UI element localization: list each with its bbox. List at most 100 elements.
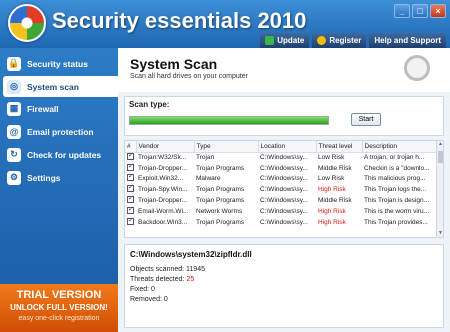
scroll-thumb[interactable] xyxy=(438,151,443,163)
cell-checkbox xyxy=(125,195,136,206)
logo-icon xyxy=(8,4,46,42)
maximize-button[interactable]: □ xyxy=(412,4,428,18)
cell-vendor: Trojan-Dropper... xyxy=(138,197,187,205)
row-checkbox[interactable] xyxy=(127,195,134,204)
threats-table-panel: # Vendor Type Location Threat level Desc… xyxy=(124,140,444,238)
threats-table: # Vendor Type Location Threat level Desc… xyxy=(125,141,438,228)
page-subtitle: Scan all hard drives on your computer xyxy=(130,73,248,80)
key-icon xyxy=(317,36,327,45)
current-file-path: C:\Windows\system32\zipfldr.dll xyxy=(130,250,252,259)
sidebar-item-email-protection[interactable]: @ Email protection xyxy=(3,121,115,142)
table-row[interactable]: Backdoor.Win3... Trojan Programs C:\Window… xyxy=(125,217,437,228)
cell-type: Trojan Programs xyxy=(196,164,245,172)
page-title: System Scan xyxy=(130,56,218,72)
update-label: Update xyxy=(277,36,305,45)
cell-threat-level: Middle Risk xyxy=(318,197,352,205)
cell-location: C:\Windows\sy... xyxy=(260,164,308,172)
minimize-button[interactable]: _ xyxy=(394,4,410,18)
cell-vendor: Trojan-Dropper... xyxy=(138,164,187,172)
sidebar-item-label: Settings xyxy=(27,172,61,183)
cell-description: This malicious prog... xyxy=(364,175,426,183)
sidebar-item-system-scan[interactable]: ◎ System scan xyxy=(3,76,118,97)
cell-description: A trojan, or trojan h... xyxy=(364,154,425,162)
cell-threat-level: Low Risk xyxy=(318,175,345,183)
sidebar-item-label: Security status xyxy=(27,58,88,69)
sidebar-item-security-status[interactable]: 🔒 Security status xyxy=(3,53,115,74)
row-checkbox[interactable] xyxy=(127,184,134,193)
cell-vendor: Exploit.Win32... xyxy=(138,175,184,183)
close-button[interactable]: × xyxy=(430,4,446,18)
scroll-up-icon[interactable]: ▲ xyxy=(437,141,443,148)
cell-type: Trojan xyxy=(196,154,215,162)
row-checkbox[interactable] xyxy=(127,163,134,171)
cell-location: C:\Windows\sy... xyxy=(260,218,308,226)
table-row[interactable]: Trojan-Dropper... Trojan Programs C:\Windo… xyxy=(125,163,437,174)
objects-scanned: Objects scanned: 11945 xyxy=(130,266,205,273)
cell-type: Trojan Programs xyxy=(196,197,245,205)
row-checkbox[interactable] xyxy=(127,217,134,225)
help-button[interactable]: Help and Support xyxy=(369,33,446,48)
row-checkbox[interactable] xyxy=(127,152,134,161)
table-row[interactable]: Trojan:W32/Sk... Trojan C:\Windows\sy... Lo… xyxy=(125,152,437,163)
cell-location: C:\Windows\sy... xyxy=(260,175,308,183)
table-header: # Vendor Type Location Threat level Desc… xyxy=(125,141,438,153)
lock-icon: 🔒 xyxy=(7,56,21,71)
update-icon: ↻ xyxy=(7,147,21,162)
column-header[interactable]: Threat level xyxy=(316,141,363,153)
table-row[interactable]: Trojan-Spy.Win... Trojan Programs C:\Windo… xyxy=(125,184,437,195)
scroll-down-icon[interactable]: ▼ xyxy=(437,230,443,237)
objects-value: 11945 xyxy=(186,266,205,273)
cell-description: This Trojan provides... xyxy=(364,218,428,226)
cell-threat-level: Middle Risk xyxy=(318,164,352,172)
column-header[interactable]: Description xyxy=(362,141,438,153)
cell-threat-level: High Risk xyxy=(318,207,346,215)
row-checkbox[interactable] xyxy=(127,174,134,182)
objects-label: Objects scanned: xyxy=(130,266,187,273)
cell-threat-level: Low Risk xyxy=(318,154,345,162)
column-header[interactable]: Type xyxy=(194,141,259,153)
help-label: Help and Support xyxy=(374,36,441,45)
title-bar: Security essentials 2010 _ □ × Update Re… xyxy=(0,0,450,48)
table-row[interactable]: Trojan-Dropper... Trojan Programs C:\Windo… xyxy=(125,195,437,206)
progress-fill xyxy=(130,117,328,124)
scan-icon xyxy=(404,55,430,81)
gear-icon: ⚙ xyxy=(7,170,21,185)
update-icon xyxy=(265,36,275,45)
table-scrollbar[interactable]: ▲ ▼ xyxy=(436,141,443,237)
top-nav: Update Register Help and Support xyxy=(260,33,446,48)
row-checkbox[interactable] xyxy=(127,206,134,214)
scan-type-panel: Scan type: Start xyxy=(124,96,444,136)
cell-type: Trojan Programs xyxy=(196,218,245,226)
column-header[interactable]: Vendor xyxy=(136,141,195,153)
column-header[interactable]: Location xyxy=(258,141,317,153)
sidebar-item-settings[interactable]: ⚙ Settings xyxy=(3,167,115,188)
window-controls: _ □ × xyxy=(394,4,446,18)
start-button[interactable]: Start xyxy=(351,113,381,126)
cell-location: C:\Windows\sy... xyxy=(260,154,308,162)
table-row[interactable]: Exploit.Win32... Malware C:\Windows\sy... L… xyxy=(125,174,437,185)
cell-type: Malware xyxy=(196,175,221,183)
app-title: Security essentials 2010 xyxy=(52,8,307,33)
trial-banner[interactable]: TRIAL VERSION UNLOCK FULL VERSION! easy … xyxy=(0,284,118,332)
cell-vendor: Email-Worm.Wi... xyxy=(138,207,189,215)
register-button[interactable]: Register xyxy=(312,33,367,48)
page-header: System Scan Scan all hard drives on your… xyxy=(118,48,450,92)
sidebar-item-check-updates[interactable]: ↻ Check for updates xyxy=(3,144,115,165)
cell-threat-level: High Risk xyxy=(318,186,346,194)
sidebar-item-label: System scan xyxy=(27,81,79,92)
update-button[interactable]: Update xyxy=(260,33,310,48)
main-panel: System Scan Scan all hard drives on your… xyxy=(118,48,450,332)
register-label: Register xyxy=(329,36,362,45)
table-row[interactable]: Email-Worm.Wi... Network Worms C:\Windows\… xyxy=(125,206,437,217)
cell-type: Trojan Programs xyxy=(196,186,245,194)
cell-checkbox xyxy=(125,217,136,228)
cell-description: This is the worm viru... xyxy=(364,207,430,215)
unlock-link[interactable]: UNLOCK FULL VERSION! xyxy=(0,303,118,312)
cell-threat-level: High Risk xyxy=(318,218,346,226)
column-header[interactable]: # xyxy=(125,141,137,153)
sidebar-item-label: Firewall xyxy=(27,103,59,114)
sidebar-item-firewall[interactable]: ▦ Firewall xyxy=(3,98,115,119)
cell-checkbox xyxy=(125,184,136,195)
trial-title: TRIAL VERSION xyxy=(16,289,102,301)
cell-vendor: Trojan-Spy.Win... xyxy=(138,186,188,194)
